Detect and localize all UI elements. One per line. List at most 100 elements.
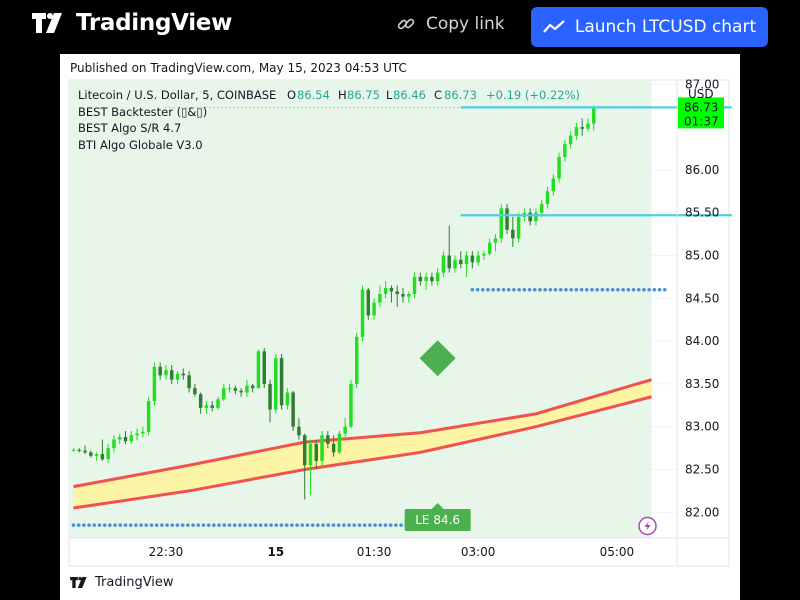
candle-body [487,242,492,254]
price-tick-label: 85.50 [685,206,719,220]
tradingview-logo[interactable]: TradingView [32,10,232,36]
level-dot [149,523,154,527]
level-dot [610,287,615,292]
footer-logo-text: TradingView [95,575,174,590]
level-dot [357,523,362,527]
level-dot [538,287,542,292]
level-dot [253,523,258,527]
countdown-timer: 01:37 [684,114,719,128]
candle-body [389,288,394,292]
footer-logo[interactable]: TradingView [70,575,174,590]
candle-body [470,255,475,263]
candle-body [152,366,157,402]
candle-body [250,385,255,389]
level-dot [160,523,164,527]
chart-line-icon [543,20,565,33]
candle-body [239,390,243,393]
chart-card: Published on TradingView.com, May 15, 20… [60,54,740,600]
candle-body [129,435,134,442]
candle-body [441,255,446,273]
legend-c-value: 86.73 [444,88,477,102]
candle-body [141,431,145,434]
candle-body [204,405,209,408]
candle-body [175,373,180,380]
level-dot [491,287,495,292]
candle-body [464,255,469,265]
candle-body [430,276,434,282]
launch-chart-button[interactable]: Launch LTCUSD chart [531,7,768,47]
candle-body [146,401,151,432]
candle-body [563,144,567,158]
legend-h-label: H [338,88,347,102]
level-dot [123,523,128,527]
level-dot [227,523,232,527]
candle-body [343,426,347,434]
candle-body [360,289,365,337]
level-dot [212,523,216,527]
level-dot [506,287,511,292]
level-dot [475,287,480,292]
level-dot [626,287,631,292]
candle-body [534,212,538,222]
candle-body [94,454,99,456]
tradingview-logo-icon [70,577,87,588]
candle-body [164,370,168,376]
candle-body [418,276,423,282]
level-dot [657,287,662,292]
level-dot [553,287,558,292]
time-tick-label: 22:30 [149,545,184,559]
logo-text: TradingView [76,10,233,36]
level-dot [383,523,388,527]
level-dot [558,287,563,292]
candle-body [256,351,261,389]
level-dot [290,523,294,527]
level-dot [522,287,527,292]
level-dot [480,287,485,292]
level-dot [517,287,521,292]
indicator-backtester: BEST Backtester (▯&▯) [78,105,207,119]
level-dot [342,523,346,527]
candle-body [435,272,440,282]
level-dot [87,523,91,527]
level-dot [321,523,325,527]
level-dot [590,287,594,292]
level-dot [113,523,117,527]
time-axis: 22:30 15 01:30 03:00 05:00 [149,545,635,559]
price-axis: 87.0086.0085.5085.0084.5084.0083.5083.00… [678,77,724,519]
level-dot [186,523,190,527]
level-dot [248,523,253,527]
price-tick-label: 82.50 [685,463,719,477]
level-dot [170,523,175,527]
level-dot [378,523,383,527]
candle-body [297,426,301,436]
level-dot [486,287,490,292]
level-dot [134,523,138,527]
candle-body [592,107,596,124]
level-dot [201,523,206,527]
entry-label-text: LE 84.6 [415,513,460,527]
candle-body [476,255,480,263]
candle-body [574,127,579,136]
candle-body [279,358,284,406]
level-dot [269,523,273,527]
candle-body [285,392,290,406]
price-tick-label: 85.00 [685,248,719,262]
time-tick-label: 03:00 [461,545,496,559]
level-dot [394,523,398,527]
candle-body [193,388,197,395]
copy-link-label: Copy link [426,14,505,34]
level-dot [300,523,305,527]
price-chart[interactable]: LE 84.6 87.0086.0085.5085.0084.5084.0083… [60,54,740,570]
level-dot [584,287,589,292]
level-dot [118,523,123,527]
candle-body [482,253,486,256]
level-dot [647,287,651,292]
time-tick-label: 01:30 [357,545,392,559]
level-dot [527,287,532,292]
candle-body [245,385,249,393]
candle-body [493,238,498,243]
copy-link-button[interactable]: Copy link [396,14,505,34]
candle-body [117,436,122,440]
level-dot [305,523,310,527]
candle-body [499,208,503,239]
